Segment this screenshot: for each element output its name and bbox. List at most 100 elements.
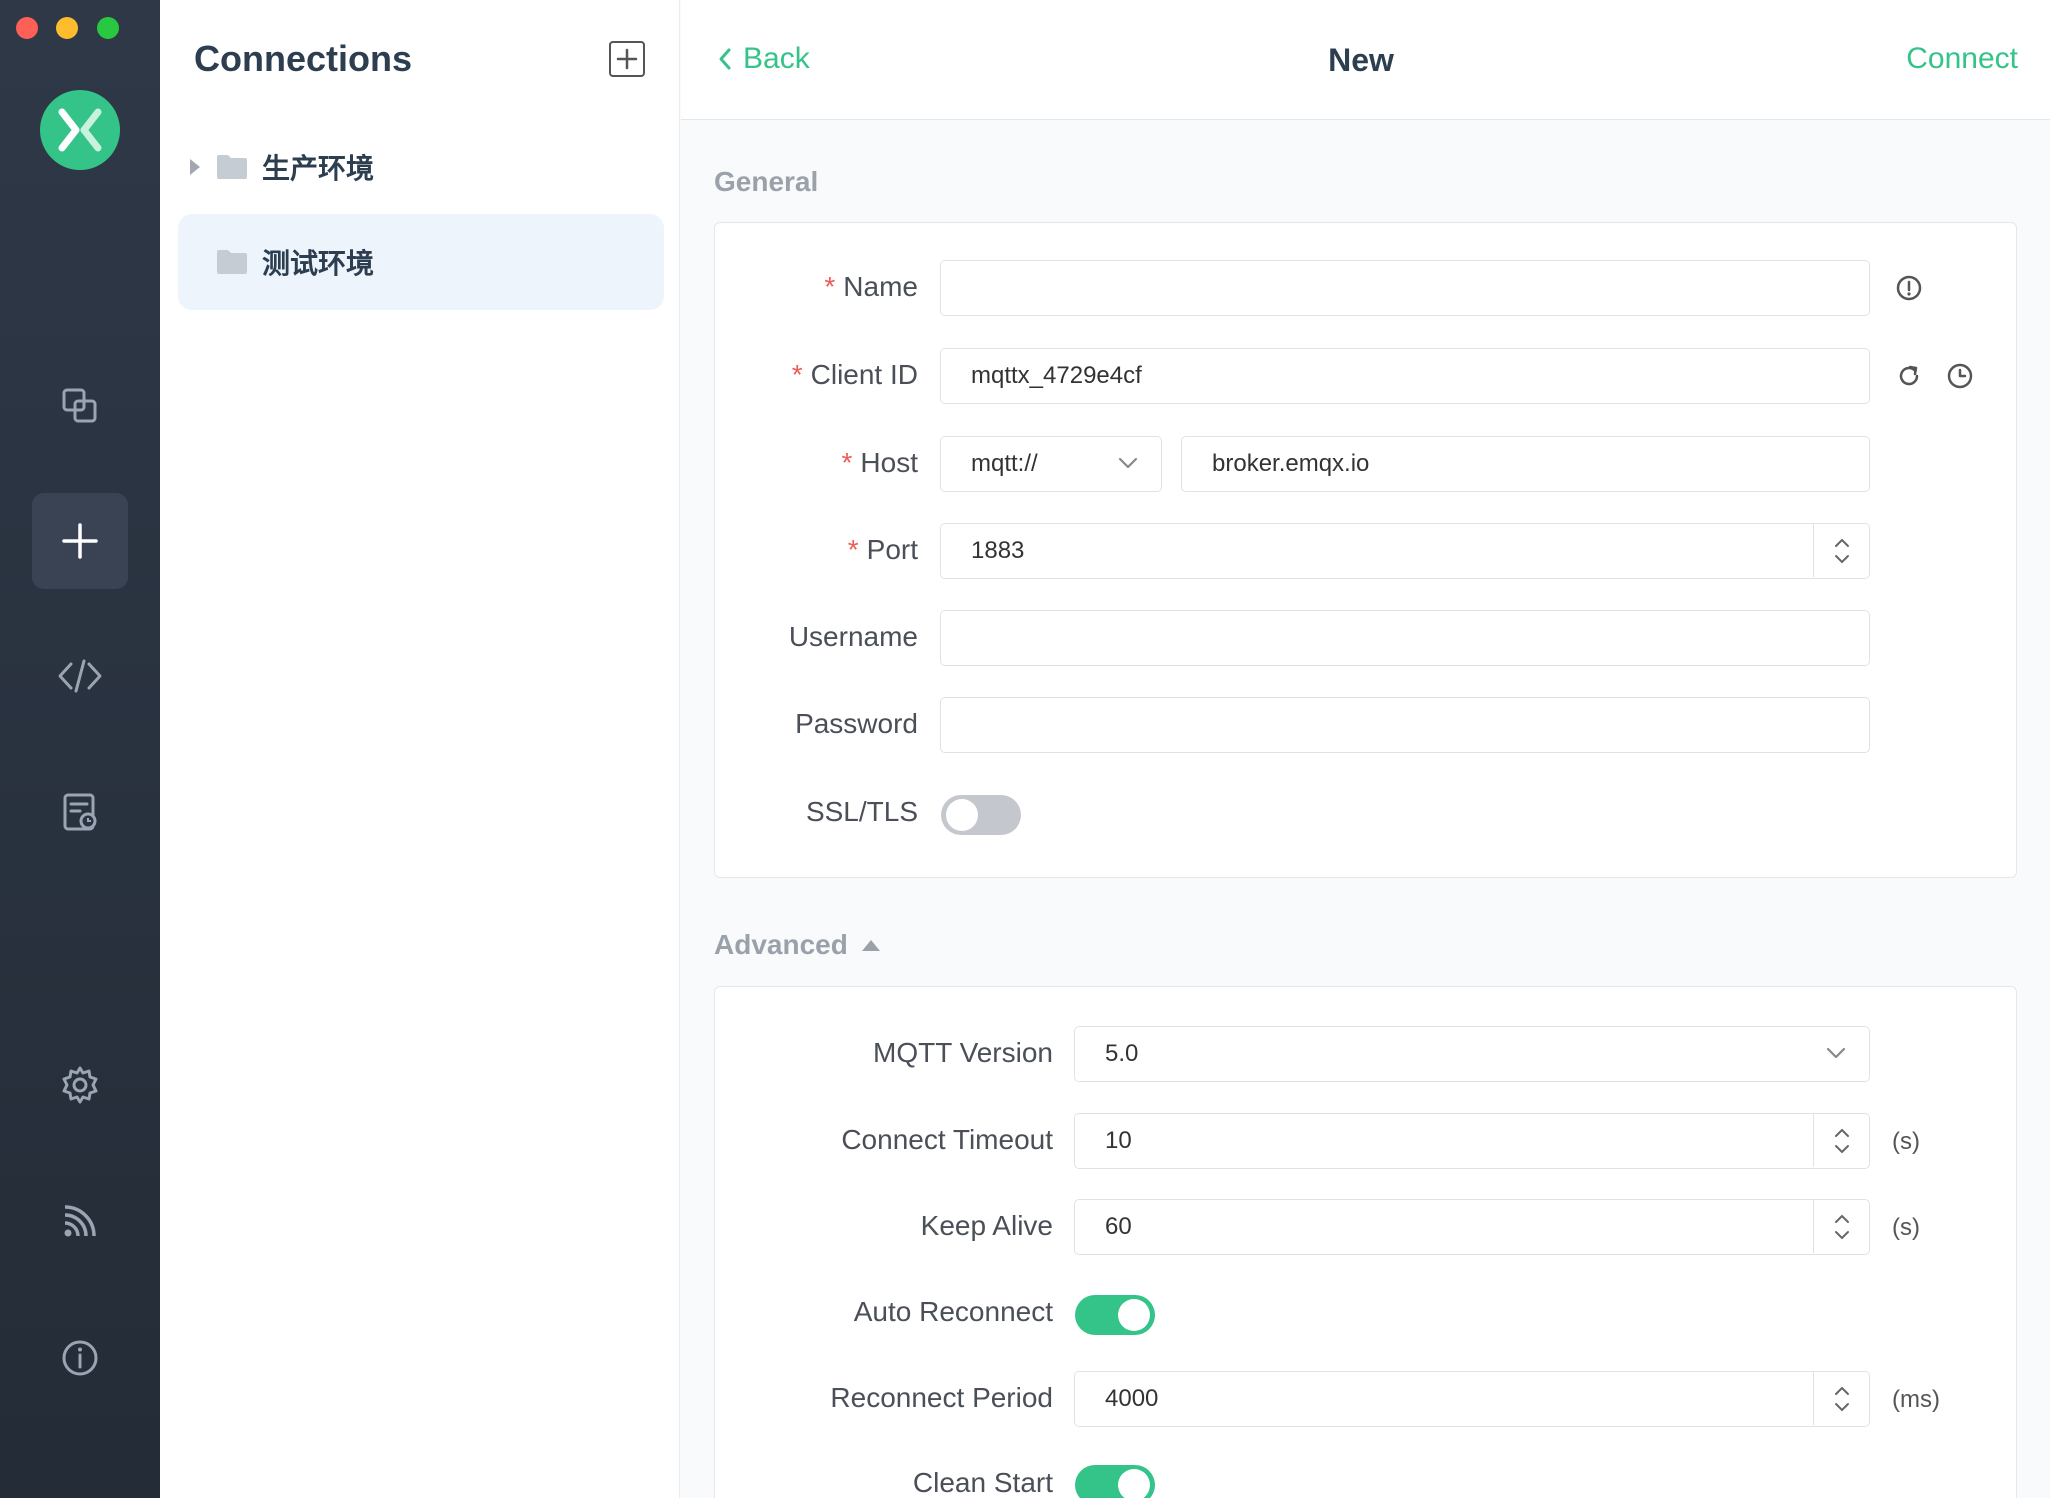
- name-label: * Name: [824, 271, 918, 303]
- refresh-client-id-button[interactable]: [1893, 360, 1925, 392]
- ssl-label: SSL/TLS: [805, 796, 918, 827]
- required-mark: *: [841, 447, 853, 478]
- username-input[interactable]: [940, 610, 1870, 666]
- password-label: Password: [795, 708, 918, 739]
- decrement-icon[interactable]: [1834, 554, 1850, 564]
- reconnect-period-value: 4000: [1105, 1385, 1159, 1412]
- protocol-value: mqtt://: [971, 450, 1038, 477]
- general-card: * Name * Client ID mqttx_4729e4cf * Host…: [714, 222, 2017, 878]
- new-connection-form: Back New Connect General * Name * Client…: [681, 0, 2050, 1498]
- clean-start-toggle[interactable]: [1075, 1465, 1155, 1498]
- connections-icon: [62, 388, 97, 423]
- connect-timeout-stepper[interactable]: [1813, 1114, 1869, 1167]
- group-item-production[interactable]: 生产环境: [178, 119, 664, 215]
- port-input[interactable]: 1883: [940, 523, 1870, 579]
- port-value: 1883: [971, 537, 1025, 564]
- group-item-testing[interactable]: 测试环境: [178, 214, 664, 310]
- name-input[interactable]: [940, 260, 1870, 316]
- toggle-knob: [946, 799, 978, 831]
- increment-icon[interactable]: [1834, 1386, 1850, 1396]
- chevron-down-icon: [1118, 457, 1138, 469]
- required-mark: *: [791, 359, 803, 390]
- group-label: 测试环境: [262, 248, 375, 279]
- script-nav-button[interactable]: [32, 628, 128, 724]
- log-icon: [63, 793, 97, 831]
- client-id-label-text: Client ID: [810, 359, 918, 390]
- ssl-toggle[interactable]: [941, 795, 1021, 835]
- mqtt-version-label: MQTT Version: [873, 1037, 1053, 1068]
- increment-icon[interactable]: [1834, 538, 1850, 548]
- new-connection-icon: [62, 523, 98, 559]
- increment-icon[interactable]: [1834, 1128, 1850, 1138]
- exclamation-circle-icon: [1896, 275, 1922, 301]
- connect-timeout-input[interactable]: 10: [1074, 1113, 1870, 1169]
- mqttx-window: Connections 生产环境 测试环境 Back New Connect G…: [0, 0, 2050, 1498]
- reconnect-period-unit: (ms): [1892, 1386, 1940, 1413]
- new-connection-nav-button[interactable]: [32, 493, 128, 589]
- reconnect-period-input[interactable]: 4000: [1074, 1371, 1870, 1427]
- folder-icon: [217, 250, 247, 274]
- window-zoom-button[interactable]: [97, 17, 119, 39]
- client-id-input[interactable]: mqttx_4729e4cf: [940, 348, 1870, 404]
- connect-timeout-unit: (s): [1892, 1128, 1920, 1155]
- port-stepper[interactable]: [1813, 524, 1869, 577]
- reconnect-period-label: Reconnect Period: [830, 1382, 1053, 1413]
- keep-alive-stepper[interactable]: [1813, 1200, 1869, 1253]
- client-id-time-button[interactable]: [1944, 360, 1976, 392]
- host-label: * Host: [842, 447, 918, 479]
- advanced-card: MQTT Version 5.0 Connect Timeout 10 (s): [714, 986, 2017, 1498]
- increment-icon[interactable]: [1834, 1214, 1850, 1224]
- form-header: Back New Connect: [681, 0, 2050, 120]
- window-minimize-button[interactable]: [56, 17, 78, 39]
- host-label-text: Host: [860, 447, 918, 478]
- feed-nav-button[interactable]: [32, 1173, 128, 1269]
- port-label-text: Port: [866, 534, 918, 565]
- page-title: New: [1328, 42, 1394, 78]
- chevron-down-icon: [1826, 1047, 1846, 1059]
- auto-reconnect-toggle[interactable]: [1075, 1295, 1155, 1335]
- app-sidebar: [0, 0, 160, 1498]
- about-icon: [62, 1340, 98, 1376]
- password-input[interactable]: [940, 697, 1870, 753]
- caret-right-icon[interactable]: [190, 159, 200, 175]
- client-id-label: * Client ID: [792, 359, 918, 391]
- decrement-icon[interactable]: [1834, 1402, 1850, 1412]
- log-nav-button[interactable]: [32, 764, 128, 860]
- plus-icon: [616, 48, 638, 70]
- keep-alive-input[interactable]: 60: [1074, 1199, 1870, 1255]
- decrement-icon[interactable]: [1834, 1144, 1850, 1154]
- port-label: * Port: [848, 534, 918, 566]
- window-close-button[interactable]: [16, 17, 38, 39]
- general-section-title: General: [714, 166, 818, 198]
- advanced-title: Advanced: [714, 929, 848, 960]
- username-label: Username: [788, 621, 918, 652]
- keep-alive-label: Keep Alive: [920, 1210, 1053, 1241]
- reconnect-period-stepper[interactable]: [1813, 1372, 1869, 1425]
- name-info-button[interactable]: [1893, 272, 1925, 304]
- connect-button[interactable]: Connect: [1906, 42, 2018, 76]
- advanced-section-toggle[interactable]: Advanced: [714, 929, 882, 961]
- settings-nav-button[interactable]: [32, 1037, 128, 1133]
- host-input[interactable]: broker.emqx.io: [1181, 436, 1870, 492]
- folder-icon: [217, 155, 247, 179]
- caret-up-icon: [861, 940, 880, 951]
- script-icon: [58, 659, 102, 693]
- toggle-knob: [1118, 1469, 1150, 1498]
- decrement-icon[interactable]: [1834, 1230, 1850, 1240]
- keep-alive-value: 60: [1105, 1213, 1132, 1240]
- general-title: General: [714, 166, 819, 197]
- protocol-select[interactable]: mqtt://: [940, 436, 1162, 492]
- clean-start-label: Clean Start: [912, 1467, 1053, 1498]
- required-mark: *: [847, 534, 859, 565]
- feed-icon: [64, 1205, 96, 1237]
- refresh-icon: [1899, 365, 1919, 386]
- group-label: 生产环境: [262, 153, 375, 184]
- connections-nav-button[interactable]: [32, 358, 128, 454]
- new-group-button[interactable]: [609, 41, 645, 77]
- required-mark: *: [824, 271, 836, 302]
- logo-mark-icon: [58, 108, 102, 152]
- name-label-text: Name: [843, 271, 918, 302]
- about-nav-button[interactable]: [32, 1310, 128, 1406]
- settings-icon: [62, 1066, 98, 1104]
- mqtt-version-select[interactable]: 5.0: [1074, 1026, 1870, 1082]
